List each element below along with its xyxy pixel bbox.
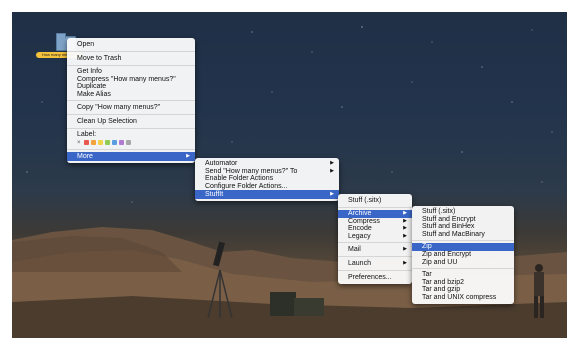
menu-item-archive[interactable]: Archive ▶ xyxy=(338,210,412,218)
menu-item-move-to-trash[interactable]: Move to Trash xyxy=(67,54,195,63)
menu-separator xyxy=(338,270,412,272)
menu-item-stuff-and-binhex[interactable]: Stuff and BinHex xyxy=(412,223,514,231)
submenu-arrow-icon: ▶ xyxy=(403,246,407,253)
menu-item-preferences[interactable]: Preferences... xyxy=(338,273,412,282)
label-purple-swatch[interactable] xyxy=(119,140,124,146)
menu-item-zip[interactable]: Zip xyxy=(412,243,514,251)
label-yellow-swatch[interactable] xyxy=(98,140,103,146)
menu-separator xyxy=(338,242,412,244)
menu-separator xyxy=(338,256,412,258)
telescope xyxy=(207,241,233,319)
menu-item-archive-label: Archive xyxy=(348,210,372,217)
menu-item-duplicate[interactable]: Duplicate xyxy=(67,83,195,91)
menu-item-get-info[interactable]: Get Info xyxy=(67,68,195,76)
equipment-crates xyxy=(270,292,324,316)
menu-separator xyxy=(338,207,412,208)
context-menu: Open Move to Trash Get Info Compress "Ho… xyxy=(67,38,195,163)
label-color-swatches: × xyxy=(67,139,195,147)
menu-item-zip-and-uu[interactable]: Zip and UU xyxy=(412,259,514,267)
menu-item-legacy-label: Legacy xyxy=(348,232,371,240)
submenu-arrow-icon: ▶ xyxy=(403,217,407,224)
menu-item-stuffit-label: StuffIt xyxy=(205,191,224,199)
label-orange-swatch[interactable] xyxy=(91,140,96,146)
menu-separator xyxy=(67,51,195,52)
menu-item-legacy[interactable]: Legacy ▶ xyxy=(338,233,412,241)
menu-item-clean-up-selection[interactable]: Clean Up Selection xyxy=(67,117,195,126)
menu-item-automator[interactable]: Automator ▶ xyxy=(195,160,339,168)
menu-item-stuffit[interactable]: StuffIt ▶ xyxy=(195,190,339,200)
menu-separator xyxy=(412,268,514,270)
menu-item-mail[interactable]: Mail ▶ xyxy=(338,245,412,254)
menu-item-send-to[interactable]: Send "How many menus?" To ▶ xyxy=(195,168,339,176)
menu-item-mail-label: Mail xyxy=(348,246,361,254)
archive-submenu: Stuff (.sitx) Stuff and Encrypt Stuff an… xyxy=(412,206,514,304)
more-submenu: Automator ▶ Send "How many menus?" To ▶ … xyxy=(195,158,339,202)
menu-item-automator-label: Automator xyxy=(205,160,238,167)
menu-item-more-label: More xyxy=(77,152,93,160)
menu-item-tar-and-gzip[interactable]: Tar and gzip xyxy=(412,286,514,294)
menu-item-stuff-and-macbinary[interactable]: Stuff and MacBinary xyxy=(412,231,514,239)
label-blue-swatch[interactable] xyxy=(112,140,117,146)
menu-separator xyxy=(67,148,195,150)
menu-item-stuff-and-encrypt[interactable]: Stuff and Encrypt xyxy=(412,216,514,224)
stuffit-submenu: Stuff (.sitx) Archive ▶ Compress ▶ Encod… xyxy=(338,194,412,285)
menu-separator xyxy=(67,100,195,102)
submenu-arrow-icon: ▶ xyxy=(403,260,407,267)
menu-item-launch[interactable]: Launch ▶ xyxy=(338,259,412,268)
label-clear-icon[interactable]: × xyxy=(77,140,82,146)
menu-item-tar[interactable]: Tar xyxy=(412,271,514,279)
person-silhouette xyxy=(534,264,544,318)
menu-item-compress[interactable]: Compress "How many menus?" xyxy=(67,76,195,84)
menu-separator xyxy=(412,240,514,242)
menu-item-encode[interactable]: Encode ▶ xyxy=(338,225,412,233)
menu-item-open[interactable]: Open xyxy=(67,40,195,49)
submenu-arrow-icon: ▶ xyxy=(403,210,407,216)
menu-item-encode-label: Encode xyxy=(348,225,372,233)
menu-item-copy[interactable]: Copy "How many menus?" xyxy=(67,103,195,112)
menu-item-compress[interactable]: Compress ▶ xyxy=(338,218,412,226)
photo-frame: How many menus? Open Move to Trash Get I… xyxy=(0,0,578,349)
menu-separator xyxy=(67,65,195,66)
menu-item-tar-and-unix-compress[interactable]: Tar and UNIX compress xyxy=(412,294,514,302)
menu-item-configure-folder-actions[interactable]: Configure Folder Actions... xyxy=(195,183,339,191)
label-red-swatch[interactable] xyxy=(84,140,89,146)
menu-item-tar-and-bzip2[interactable]: Tar and bzip2 xyxy=(412,279,514,287)
submenu-arrow-icon: ▶ xyxy=(330,160,334,166)
menu-item-zip-and-encrypt[interactable]: Zip and Encrypt xyxy=(412,251,514,259)
menu-item-send-to-label: Send "How many menus?" To xyxy=(205,167,298,175)
menu-separator xyxy=(67,114,195,116)
submenu-arrow-icon: ▶ xyxy=(403,225,407,232)
menu-item-launch-label: Launch xyxy=(348,260,371,268)
menu-item-make-alias[interactable]: Make Alias xyxy=(67,91,195,99)
submenu-arrow-icon: ▶ xyxy=(330,167,334,174)
submenu-arrow-icon: ▶ xyxy=(186,152,190,159)
menu-item-archive-stuff-sitx[interactable]: Stuff (.sitx) xyxy=(412,208,514,216)
menu-item-more[interactable]: More ▶ xyxy=(67,151,195,161)
submenu-arrow-icon: ▶ xyxy=(403,232,407,239)
label-green-swatch[interactable] xyxy=(105,140,110,146)
menu-item-enable-folder-actions[interactable]: Enable Folder Actions xyxy=(195,175,339,183)
menu-item-stuff-sitx[interactable]: Stuff (.sitx) xyxy=(338,196,412,205)
submenu-arrow-icon: ▶ xyxy=(330,191,334,198)
label-heading: Label: xyxy=(77,131,97,139)
menu-separator xyxy=(67,128,195,130)
menu-item-compress-label: Compress xyxy=(348,217,380,225)
label-gray-swatch[interactable] xyxy=(126,140,131,146)
